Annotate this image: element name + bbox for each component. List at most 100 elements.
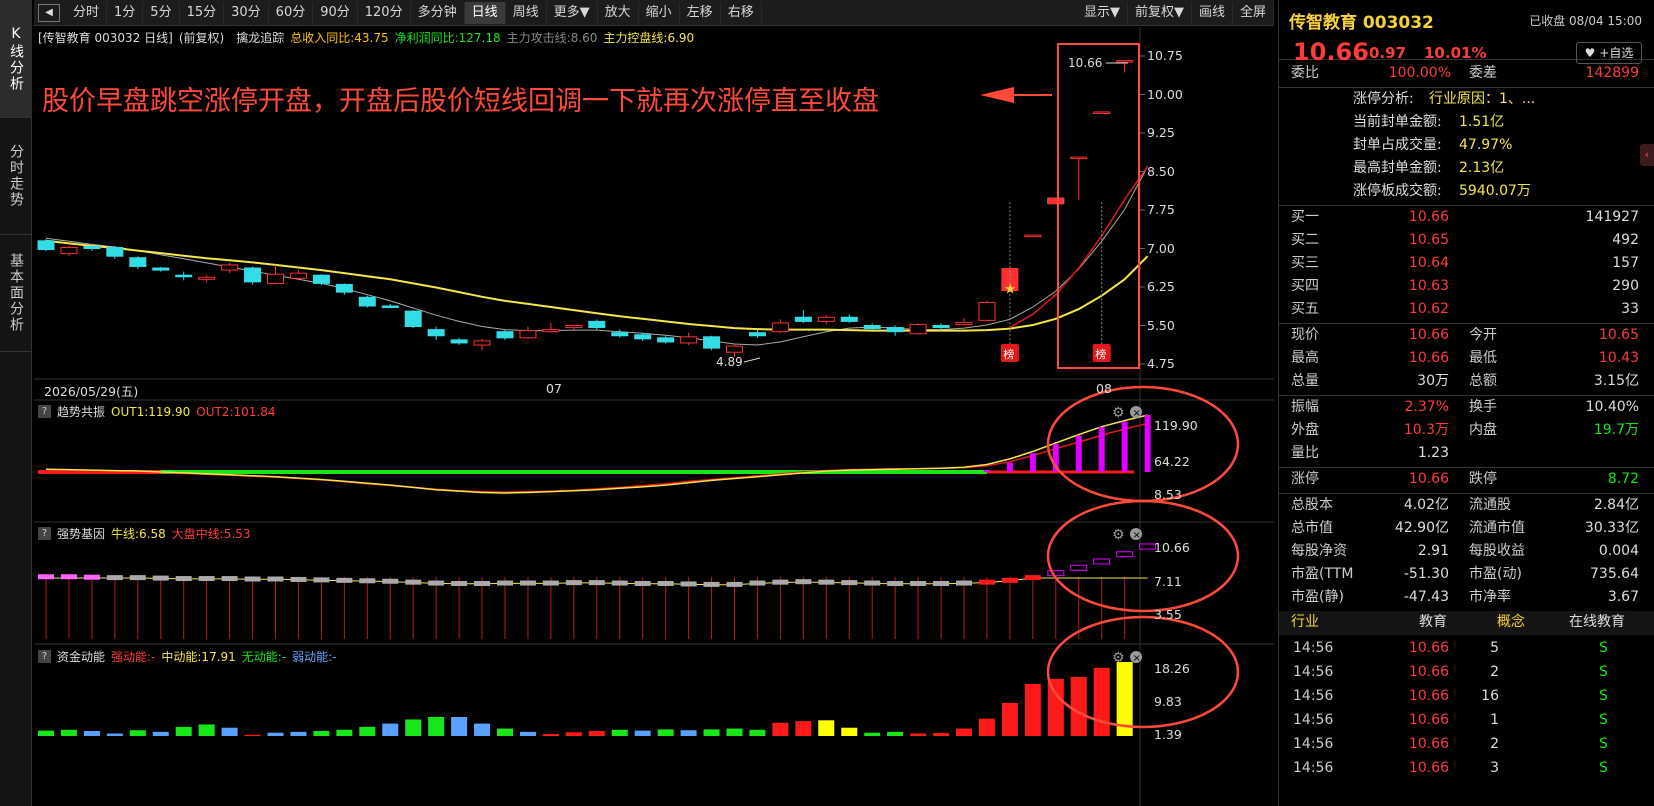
candle[interactable] (152, 267, 170, 271)
toolbar-right-button-0[interactable]: 显示▼ (1077, 1, 1128, 24)
candle[interactable] (978, 301, 996, 321)
candle[interactable] (175, 274, 193, 278)
candle[interactable] (60, 246, 78, 255)
tick-row[interactable]: 14:56 10.66 5 S (1279, 637, 1654, 660)
candle[interactable] (37, 240, 55, 251)
candle[interactable] (726, 345, 743, 353)
candle[interactable] (427, 329, 445, 337)
candle[interactable] (932, 325, 950, 329)
period-button-8[interactable]: 多分钟 (411, 1, 465, 24)
gear-icon[interactable]: ⚙ (1112, 527, 1125, 543)
period-button-13[interactable]: 缩小 (639, 1, 680, 24)
candle[interactable] (680, 336, 698, 344)
chevron-left-icon[interactable]: ‹ (1640, 144, 1654, 166)
period-button-4[interactable]: 30分 (224, 1, 269, 24)
sub2-block (129, 575, 146, 581)
collapse-panel-icon[interactable]: ◀ (38, 3, 60, 22)
kline-chart-area[interactable]: ★ 10.66 4.89 榜 榜 ⚙ × ⚙ × ⚙ × [传智教育 003032 日线] (前复权… (34, 27, 1274, 806)
gear-icon[interactable]: ⚙ (1112, 405, 1125, 421)
period-button-12[interactable]: 放大 (598, 1, 639, 24)
candle[interactable] (496, 331, 514, 339)
candle[interactable] (221, 264, 239, 271)
period-button-2[interactable]: 5分 (143, 1, 180, 24)
candle[interactable] (1024, 234, 1042, 238)
zt-row: 当前封单金额: 1.51亿 (1279, 111, 1654, 134)
period-button-14[interactable]: 左移 (680, 1, 721, 24)
candle[interactable] (542, 329, 560, 333)
tick-side: S (1599, 760, 1608, 776)
rank-badge[interactable]: 榜 (1000, 344, 1019, 362)
candle[interactable] (611, 332, 629, 337)
period-button-5[interactable]: 60分 (269, 1, 314, 24)
period-button-7[interactable]: 120分 (358, 1, 411, 24)
add-watchlist-button[interactable]: ♥ +自选 (1576, 42, 1642, 64)
candle[interactable] (312, 274, 330, 284)
candle[interactable] (1093, 111, 1111, 114)
candle[interactable] (771, 322, 789, 333)
candle[interactable] (473, 340, 491, 346)
period-button-11[interactable]: 更多▼ (547, 1, 598, 24)
candle[interactable] (840, 316, 858, 322)
candle[interactable] (519, 330, 537, 339)
tick-row[interactable]: 14:56 10.66 2 S (1279, 661, 1654, 684)
candle[interactable] (358, 296, 376, 307)
candle[interactable] (267, 273, 284, 284)
sub3-y-label: 1.39 (1154, 727, 1182, 742)
candle[interactable] (909, 323, 927, 335)
sub3-bar (405, 719, 422, 736)
limit-up-candle[interactable] (1047, 197, 1064, 205)
candle[interactable] (657, 337, 675, 343)
period-button-1[interactable]: 1分 (107, 1, 144, 24)
stat-label: 最低 (1469, 350, 1497, 366)
candle[interactable] (565, 325, 583, 329)
candle[interactable] (817, 316, 835, 322)
period-button-10[interactable]: 周线 (506, 1, 547, 24)
period-button-3[interactable]: 15分 (180, 1, 225, 24)
tick-row[interactable]: 14:56 10.66 1 S (1279, 709, 1654, 732)
tick-row[interactable]: 14:56 10.66 3 S (1279, 757, 1654, 780)
candle[interactable] (863, 325, 881, 330)
zt-row: 最高封单金额: 2.13亿 (1279, 157, 1654, 180)
candle[interactable] (289, 272, 307, 279)
candle[interactable] (83, 245, 101, 250)
toolbar-right-button-3[interactable]: 全屏 (1233, 1, 1274, 24)
period-button-0[interactable]: 分时 (66, 1, 108, 24)
sub2-block (290, 576, 307, 582)
period-button-15[interactable]: 右移 (721, 1, 762, 24)
candle[interactable] (129, 257, 147, 267)
candle[interactable] (955, 321, 973, 325)
candle[interactable] (886, 327, 904, 333)
rank-badge[interactable]: 榜 (1092, 344, 1111, 362)
tick-row[interactable]: 14:56 10.66 16 S (1279, 685, 1654, 708)
left-tab-2[interactable]: 基本面分析 (0, 235, 32, 352)
candle[interactable] (1116, 60, 1134, 63)
candle[interactable] (198, 276, 216, 280)
stat-row: 现价 10.66 今开 10.65 (1279, 324, 1654, 347)
candle[interactable] (381, 305, 399, 308)
candle[interactable] (794, 316, 812, 322)
candle[interactable] (404, 310, 422, 328)
candle[interactable] (703, 336, 721, 349)
left-tab-1[interactable]: 分时走势 (0, 118, 32, 235)
toolbar-right-button-1[interactable]: 前复权▼ (1128, 1, 1192, 24)
help-icon[interactable]: ? (38, 650, 51, 663)
tick-price: 10.66 (1408, 712, 1449, 728)
gear-icon[interactable]: ⚙ (1112, 650, 1125, 666)
candle[interactable] (450, 339, 468, 344)
toolbar-right-button-2[interactable]: 画线 (1192, 1, 1233, 24)
candle[interactable] (244, 267, 262, 283)
candle[interactable] (634, 334, 652, 340)
tick-row[interactable]: 14:56 10.66 2 S (1279, 733, 1654, 756)
help-icon[interactable]: ? (38, 405, 51, 418)
candle[interactable] (335, 283, 353, 293)
sub1-bar (1098, 427, 1105, 473)
candle[interactable] (588, 320, 606, 329)
period-button-6[interactable]: 90分 (313, 1, 358, 24)
period-button-9[interactable]: 日线 (464, 1, 506, 24)
candle[interactable] (748, 332, 766, 337)
left-tab-0[interactable]: K线分析 (0, 0, 32, 118)
candle[interactable] (106, 246, 124, 257)
date-label-aug: 08 (1096, 381, 1112, 396)
candle[interactable] (1070, 156, 1088, 160)
help-icon[interactable]: ? (38, 527, 51, 540)
